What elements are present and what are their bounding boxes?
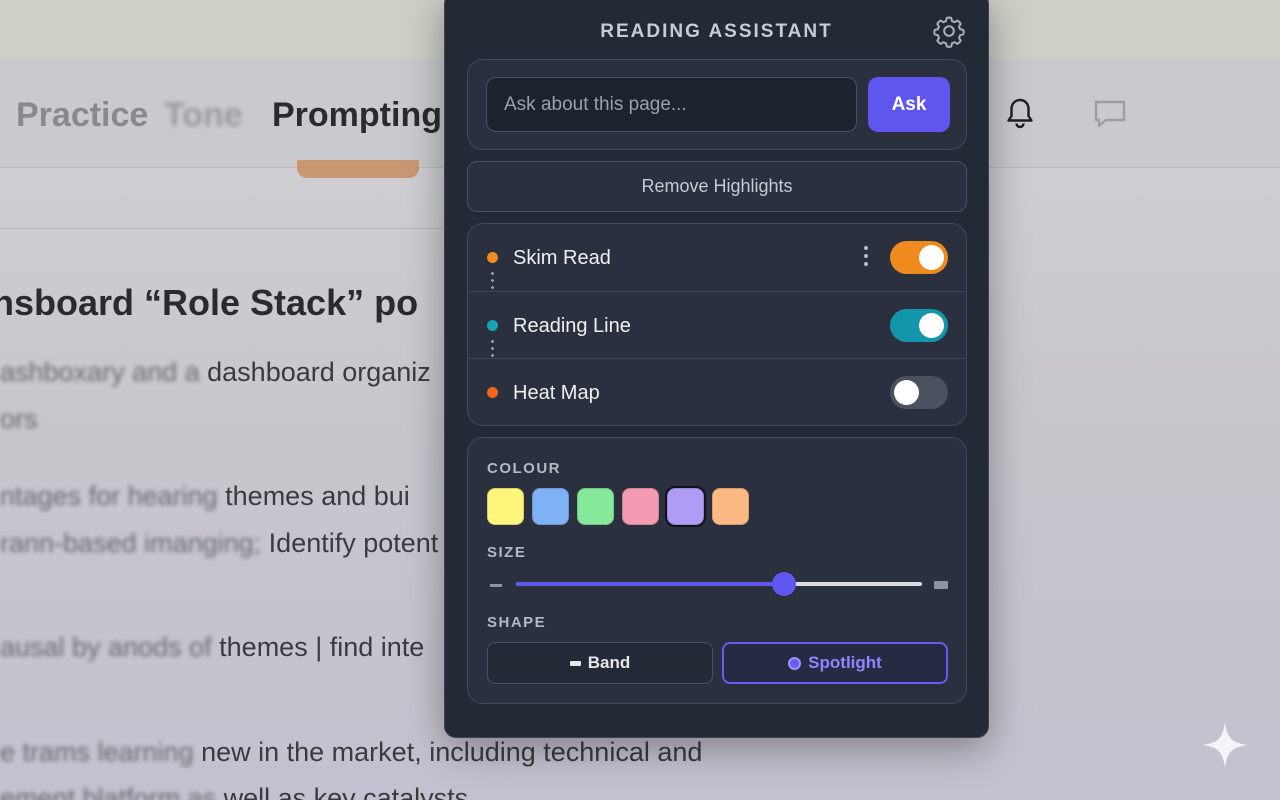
bell-icon[interactable] (1004, 96, 1036, 132)
gear-icon[interactable] (931, 13, 967, 49)
band-label: Band (587, 653, 631, 672)
tab-prompting[interactable]: Prompting (272, 96, 442, 135)
article-line: ntages for hearing themes and bui (0, 481, 410, 511)
toggle-heat-map[interactable] (890, 376, 948, 409)
settings-card: COLOUR SIZE SHAPE Band Spotlight (467, 437, 967, 704)
article-line: ors (0, 404, 38, 434)
connector (491, 338, 494, 360)
mode-dot (487, 252, 498, 263)
band-icon (569, 660, 581, 666)
article-line: ausal by anods of themes | find inte (0, 632, 425, 662)
orange-pill (297, 160, 419, 178)
mode-label: Skim Read (513, 247, 611, 269)
tab-tone[interactable]: Tone (164, 96, 243, 135)
size-slider[interactable] (516, 572, 922, 596)
toggle-skim-read[interactable] (890, 241, 948, 274)
spotlight-icon (788, 656, 802, 670)
divider (0, 228, 480, 229)
slider-fill (516, 582, 784, 586)
toggle-knob (919, 245, 944, 270)
chat-icon[interactable] (1092, 98, 1128, 130)
toggle-reading-line[interactable] (890, 309, 948, 342)
article-line: ashboxary and a dashboard organiz (0, 357, 431, 387)
article-heading: hsboard “Role Stack” po (0, 282, 419, 323)
spotlight-label: Spotlight (808, 653, 882, 672)
ask-input[interactable] (486, 77, 857, 132)
colour-swatch[interactable] (665, 486, 706, 527)
tab-practice[interactable]: Practice (16, 96, 148, 135)
shape-spotlight-button[interactable]: Spotlight (722, 642, 948, 684)
mode-dot (487, 387, 498, 398)
shape-label: SHAPE (487, 614, 547, 631)
mode-row-reading-line: Reading Line (468, 291, 966, 360)
article-line: rann-based imanging; Identify potent (0, 528, 439, 558)
mode-row-skim-read: Skim Read (468, 224, 966, 292)
slider-thumb[interactable] (771, 572, 796, 596)
ask-card: Ask (467, 59, 967, 150)
remove-highlights-button[interactable]: Remove Highlights (467, 161, 967, 212)
more-options-icon[interactable] (860, 244, 872, 272)
mode-label: Reading Line (513, 315, 631, 337)
article-line: e trams learning new in the market, incl… (0, 737, 703, 767)
mode-label: Heat Map (513, 382, 600, 404)
shape-band-button[interactable]: Band (487, 642, 713, 684)
colour-swatch[interactable] (577, 488, 614, 525)
sparkle-icon[interactable] (1200, 720, 1250, 770)
toggle-knob (894, 380, 919, 405)
colour-swatch[interactable] (487, 488, 524, 525)
colour-swatch[interactable] (712, 488, 749, 525)
size-min-icon (490, 584, 502, 587)
toggle-knob (919, 313, 944, 338)
article-line: ement blatform as well as key catalysts (0, 783, 469, 800)
reading-assistant-panel: READING ASSISTANT Ask Remove Highlights … (444, 0, 989, 738)
mode-row-heat-map: Heat Map (468, 358, 966, 425)
modes-card: Skim Read Reading Line Heat Map (467, 223, 967, 426)
size-max-icon (934, 581, 948, 589)
colour-swatch[interactable] (622, 488, 659, 525)
size-label: SIZE (487, 544, 527, 561)
colour-label: COLOUR (487, 460, 561, 477)
connector (491, 270, 494, 292)
mode-dot (487, 320, 498, 331)
colour-swatch[interactable] (532, 488, 569, 525)
panel-title: READING ASSISTANT (600, 21, 833, 42)
ask-button[interactable]: Ask (868, 77, 950, 132)
